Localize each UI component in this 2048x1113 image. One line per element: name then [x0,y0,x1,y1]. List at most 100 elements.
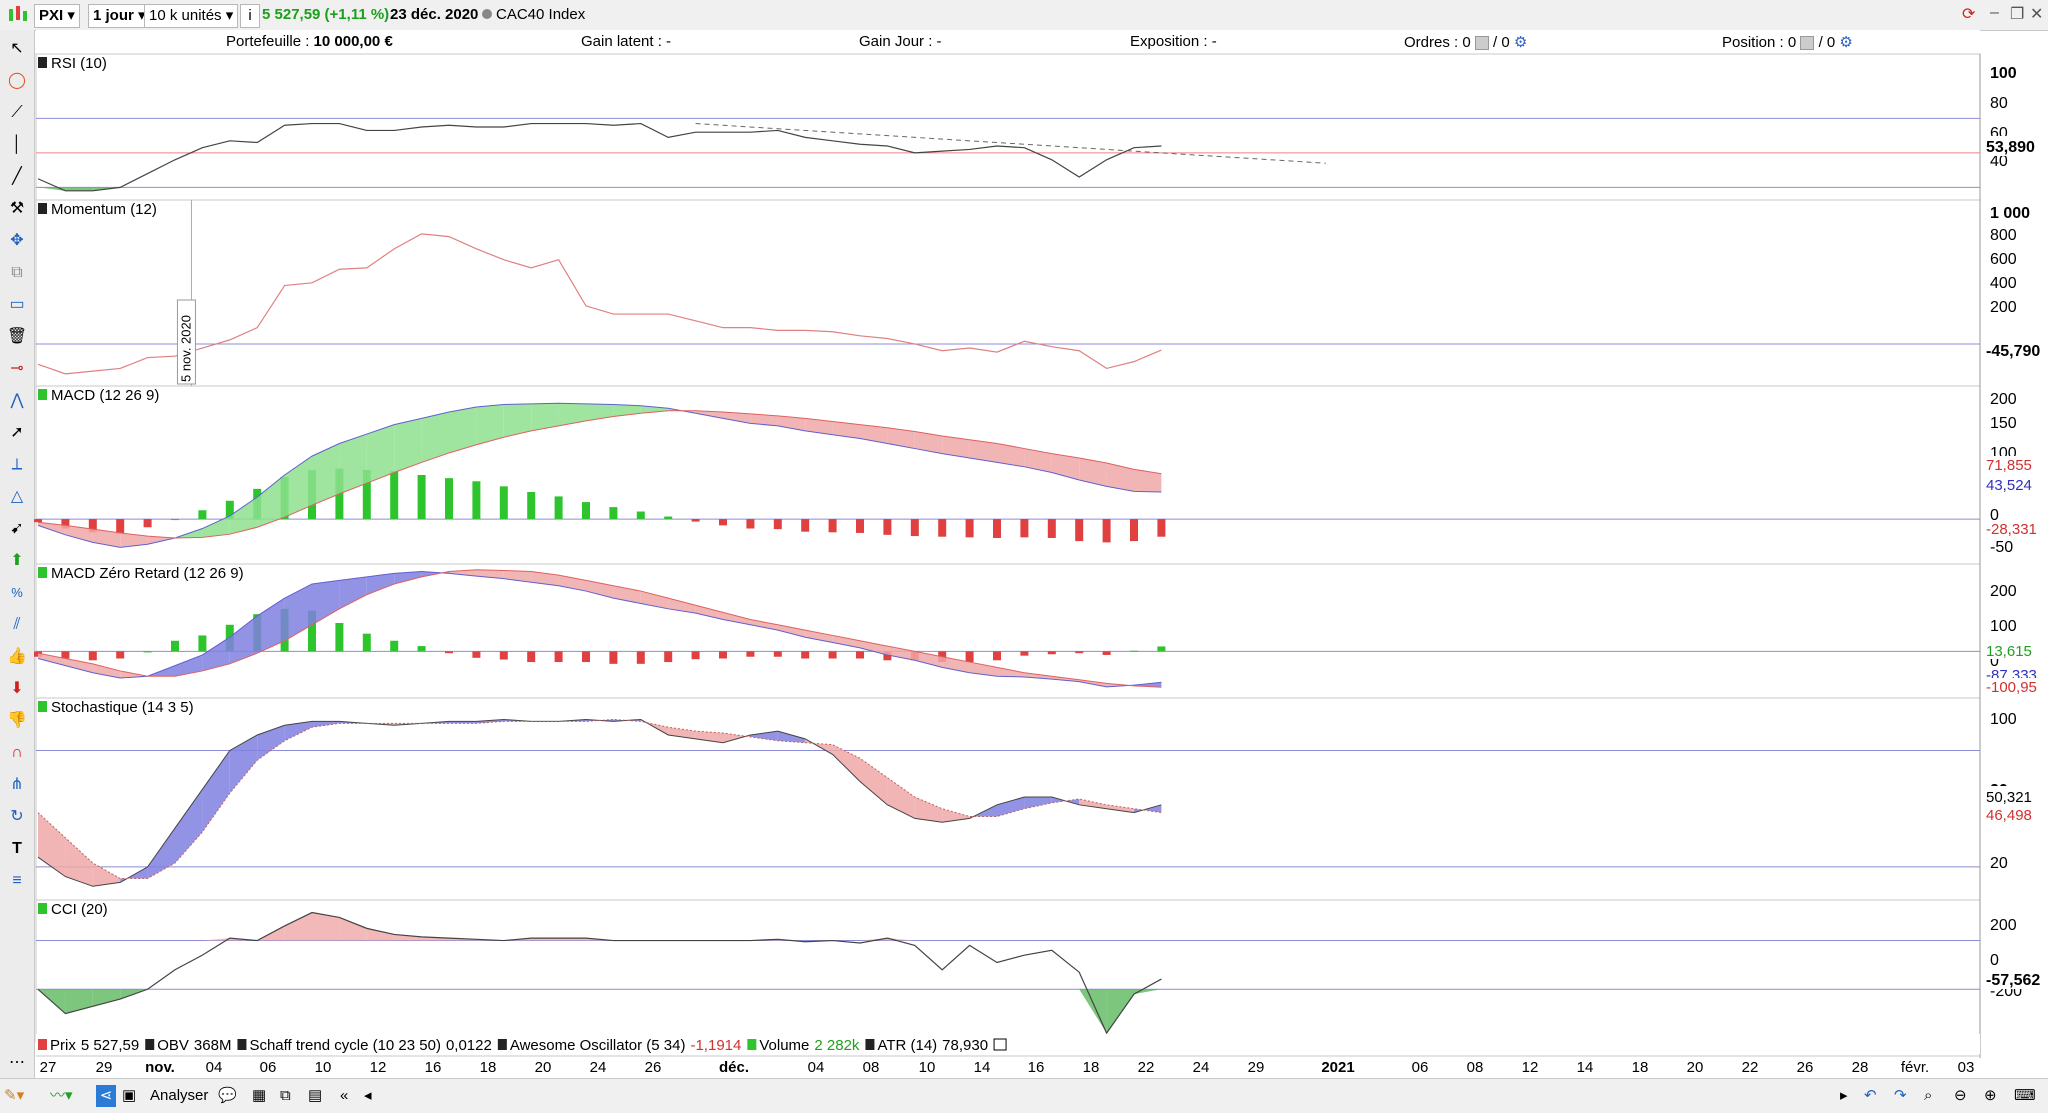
histogram-bar [691,519,700,522]
last-value-label: 50,321 [1986,789,2032,806]
histogram-bar [773,519,782,530]
histogram-bar [1157,646,1166,652]
histogram-bar [554,651,563,663]
y-tick-label: 600 [1990,251,2017,268]
zoom-fit-icon[interactable]: ⌕ [1924,1085,1932,1107]
scroll-left-icon[interactable]: ◂ [364,1085,372,1107]
window-icon[interactable]: ▣ [122,1085,136,1107]
undo-icon[interactable]: ↶ [1864,1085,1877,1107]
pane-frame [35,53,1981,201]
calc-icon[interactable]: ▦ [252,1085,266,1107]
histogram-bar [1047,651,1056,655]
histogram-bar [910,519,919,537]
compare-icon[interactable]: ⧉ [280,1085,291,1107]
zoom-in-icon[interactable]: ⊕ [1984,1085,1997,1107]
histogram-bar [143,519,152,528]
legend-color-icon[interactable] [145,1039,155,1050]
legend-item-name: ATR (14) [877,1037,937,1054]
histogram-bar [883,519,892,535]
x-tick-label: 16 [1028,1059,1045,1076]
scroll-right-icon[interactable]: ▸ [1840,1085,1848,1107]
chat-icon[interactable]: 💬 [218,1085,237,1107]
pen-icon[interactable]: ✎▾ [4,1085,24,1107]
histogram-bar [856,651,864,659]
y-tick-label: -50 [1990,539,2013,556]
indicator-color-icon[interactable] [38,701,47,712]
histogram-bar [801,651,810,659]
histogram-bar [390,471,399,520]
indicator-title: Momentum (12) [51,201,157,218]
layout-icon[interactable]: ▤ [308,1085,322,1107]
x-tick-label: 24 [1193,1059,1210,1076]
y-tick-label: 400 [1990,275,2017,292]
histogram-bar [582,651,590,663]
histogram-bar [828,651,837,659]
x-tick-label: 22 [1742,1059,1759,1076]
legend-color-icon[interactable] [865,1039,875,1050]
y-tick-label: 100 [1990,65,2017,82]
x-tick-label: 12 [1522,1059,1539,1076]
histogram-bar [609,507,618,520]
legend-color-icon[interactable] [497,1039,507,1050]
x-tick-label: 08 [1467,1059,1484,1076]
legend-item-value: 0,0122 [446,1037,492,1054]
histogram-bar [1020,519,1029,538]
x-tick-label: 04 [808,1059,825,1076]
x-tick-label: 14 [1577,1059,1594,1076]
histogram-bar [116,651,125,659]
legend-color-icon[interactable] [38,1039,47,1050]
indicator-color-icon[interactable] [38,203,47,214]
last-value-label: -100,95 [1986,679,2037,696]
x-tick-label: 29 [96,1059,113,1076]
x-tick-label: 20 [1687,1059,1704,1076]
indicator-icon[interactable]: 〰▾ [50,1085,73,1107]
y-tick-label: 1 000 [1990,205,2030,222]
histogram-bar [417,475,426,520]
last-value-label: -28,331 [1986,521,2037,538]
y-tick-label: 200 [1990,917,2017,934]
legend-color-icon[interactable] [747,1039,757,1050]
zoom-out-icon[interactable]: ⊖ [1954,1085,1967,1107]
histogram-bar [171,519,179,521]
legend-color-icon[interactable] [237,1039,247,1050]
histogram-bar [856,519,864,533]
indicator-color-icon[interactable] [38,389,47,400]
indicator-color-icon[interactable] [38,57,47,68]
x-tick-label: 16 [425,1059,442,1076]
histogram-bar [719,651,727,659]
chart-area[interactable]: 100806040RSI (10)53,8901 000800600400200… [0,0,2048,1078]
y-tick-label: 800 [1990,227,2017,244]
histogram-bar [554,496,563,520]
scroll-start-icon[interactable]: « [340,1085,348,1107]
histogram-bar [609,651,618,664]
x-tick-label: févr. [1901,1059,1929,1076]
keyboard-icon[interactable]: ⌨ [2014,1085,2036,1107]
analyser-button[interactable]: Analyser [150,1085,208,1107]
histogram-bar [664,651,673,663]
histogram-bar [499,651,508,660]
x-tick-label: 2021 [1321,1059,1354,1076]
indicator-color-icon[interactable] [38,903,47,914]
legend-item-name: Volume [759,1037,809,1054]
y-tick-label: 100 [1990,618,2017,635]
x-tick-label: 26 [645,1059,662,1076]
last-value-label: 71,855 [1986,457,2032,474]
histogram-bar [636,511,645,520]
histogram-bar [582,502,590,520]
histogram-bar [746,651,755,657]
histogram-bar [1075,651,1084,654]
legend-item-value: 78,930 [942,1037,988,1054]
legend-item-name: OBV [157,1037,189,1054]
indicator-color-icon[interactable] [38,567,47,578]
histogram-bar [1130,650,1138,652]
redo-icon[interactable]: ↷ [1894,1085,1907,1107]
x-tick-label: 06 [260,1059,277,1076]
histogram-bar [938,519,947,537]
histogram-bar [61,651,70,659]
legend-item-value: 368M [194,1037,232,1054]
y-tick-label: 20 [1990,855,2008,872]
histogram-bar [746,519,755,529]
share-icon[interactable]: ⋖ [96,1085,116,1107]
histogram-bar [472,481,481,520]
histogram-bar [993,651,1001,661]
